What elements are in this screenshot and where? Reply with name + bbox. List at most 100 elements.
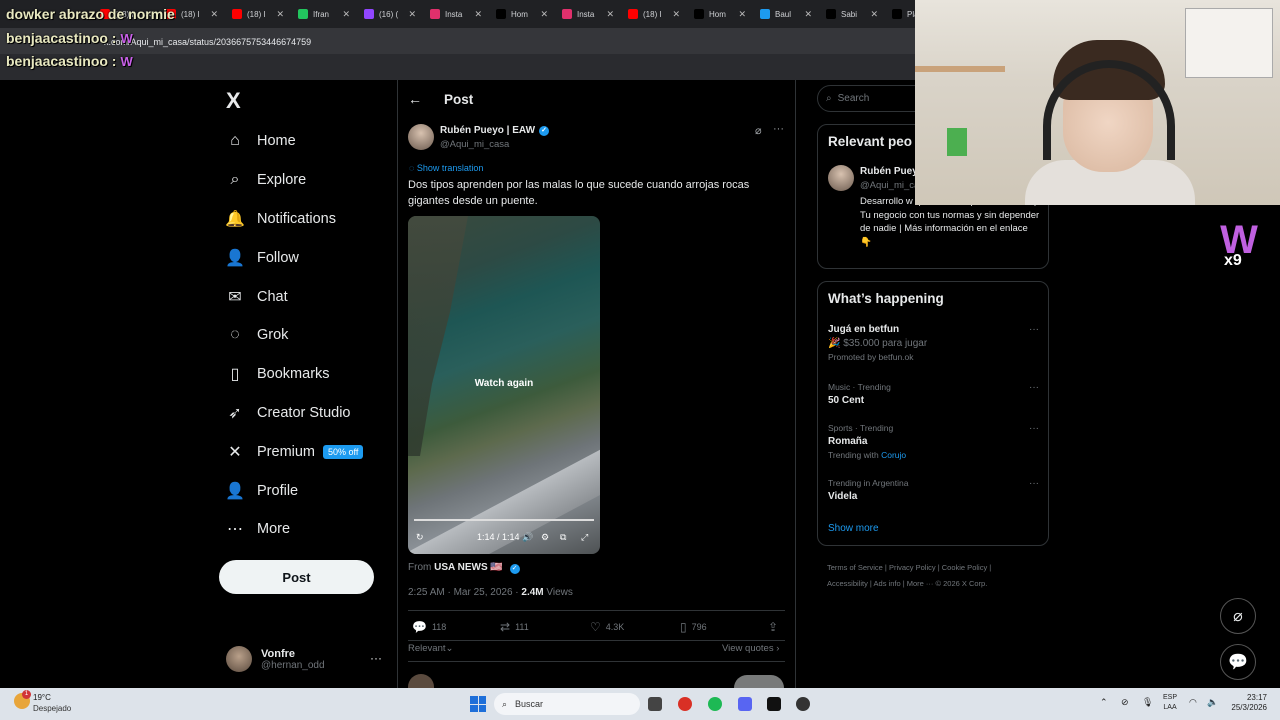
pip-icon[interactable]: ⧉: [560, 532, 566, 543]
add-person-icon: 👤: [225, 249, 245, 267]
share-button[interactable]: ⇪: [768, 620, 783, 634]
sidebar-item-follow[interactable]: 👤 Follow: [222, 238, 392, 277]
more-icon[interactable]: ···: [1029, 382, 1039, 393]
sidebar-item-profile[interactable]: 👤 Profile: [222, 471, 392, 510]
sidebar-item-notifications[interactable]: 🔔 Notifications: [222, 200, 392, 239]
author-name-text[interactable]: Rubén Pueyo | EAW: [440, 125, 535, 136]
spotify-icon[interactable]: [708, 697, 722, 711]
close-icon[interactable]: ✕: [738, 9, 746, 20]
discord-icon[interactable]: [738, 697, 752, 711]
sidebar-item-bookmarks[interactable]: ▯ Bookmarks: [222, 355, 392, 394]
more-icon[interactable]: ···: [773, 123, 784, 135]
browser-tab[interactable]: Hom ✕: [488, 3, 554, 25]
browser-tab[interactable]: Hom ✕: [686, 3, 752, 25]
author-avatar[interactable]: [408, 124, 434, 150]
volume-icon[interactable]: 🔈: [1207, 697, 1218, 708]
author-handle[interactable]: @Aqui_mi_casa: [440, 139, 509, 150]
browser-tab[interactable]: Insta ✕: [554, 3, 620, 25]
author-name[interactable]: Rubén Pueyo | EAW ✓: [440, 125, 550, 136]
tab-favicon-icon: [232, 9, 242, 19]
close-icon[interactable]: ✕: [606, 9, 614, 20]
grok-float-icon[interactable]: ⌀: [1220, 598, 1256, 634]
temperature[interactable]: 19°C: [33, 693, 51, 702]
show-translation-label[interactable]: Show translation: [417, 163, 484, 173]
account-switcher[interactable]: Vonfre @hernan_odd ···: [226, 643, 386, 675]
fullscreen-icon[interactable]: ⤢: [581, 532, 588, 543]
tab-label: (18) I: [181, 9, 200, 19]
network-icon[interactable]: ⊘: [1121, 697, 1129, 708]
mic-icon[interactable]: 🎙: [1142, 697, 1153, 708]
bookmark-button[interactable]: ▯ 796: [680, 620, 707, 634]
browser-tab[interactable]: Sabi ✕: [818, 3, 884, 25]
close-icon[interactable]: ✕: [276, 9, 284, 20]
show-more-link[interactable]: Show more: [828, 523, 879, 534]
messages-float-icon[interactable]: 💬: [1220, 644, 1256, 680]
sidebar-item-explore[interactable]: ⌕ Explore: [222, 161, 392, 200]
footer-line[interactable]: Accessibility | Ads info | More ··· © 20…: [827, 576, 1047, 592]
sidebar-item-home[interactable]: ⌂ Home: [222, 122, 392, 161]
browser-tab[interactable]: (16) (✕: [356, 3, 422, 25]
like-button[interactable]: ♡ 4.3K: [590, 620, 624, 634]
close-icon[interactable]: ✕: [804, 9, 812, 20]
more-icon[interactable]: ···: [370, 651, 382, 665]
chevron-up-icon[interactable]: ⌃: [1100, 697, 1108, 708]
close-icon[interactable]: ✕: [870, 9, 878, 20]
close-icon[interactable]: ✕: [474, 9, 482, 20]
close-icon[interactable]: ✕: [342, 9, 350, 20]
sidebar-item-premium[interactable]: ✕ Premium 50% off: [222, 432, 392, 471]
browser-tab[interactable]: (18) I ✕: [620, 3, 686, 25]
more-icon[interactable]: ···: [1029, 324, 1039, 335]
browser-tab[interactable]: Baul ✕: [752, 3, 818, 25]
file-explorer-icon[interactable]: [648, 697, 662, 711]
browser-tab[interactable]: (18) I ✕: [224, 3, 290, 25]
reply-submit-button[interactable]: [734, 675, 784, 688]
sidebar-item-grok[interactable]: ◌ Grok: [222, 316, 392, 355]
chrome-icon[interactable]: [678, 697, 692, 711]
trend-with-link[interactable]: Corujo: [881, 450, 906, 460]
x-logo-icon[interactable]: X: [226, 88, 241, 114]
more-icon[interactable]: ···: [1029, 478, 1039, 489]
timestamp[interactable]: 2:25 AM · Mar 25, 2026 ·: [408, 587, 521, 598]
trend-item[interactable]: Trending in Argentina Videla ···: [828, 478, 1043, 502]
replay-icon[interactable]: ↻: [416, 532, 424, 543]
view-quotes-link[interactable]: View quotes ›: [722, 643, 779, 654]
browser-tab[interactable]: Insta ✕: [422, 3, 488, 25]
wifi-icon[interactable]: ◠: [1189, 697, 1197, 708]
settings-icon[interactable]: ⚙: [541, 532, 549, 543]
show-translation-link[interactable]: ◌ Show translation: [409, 163, 483, 173]
url-text[interactable]: x.com/Aqui_mi_casa/status/20366757534466…: [104, 37, 311, 47]
grok-icon[interactable]: ⌀: [755, 124, 762, 137]
avatar[interactable]: [828, 165, 854, 191]
app-icon[interactable]: [796, 697, 810, 711]
close-icon[interactable]: ✕: [408, 9, 416, 20]
language-indicator[interactable]: ESP LAA: [1163, 693, 1177, 713]
trend-item[interactable]: Sports · Trending Romaña Trending with C…: [828, 423, 1043, 460]
video-progress-bar[interactable]: [414, 519, 594, 521]
footer-line[interactable]: Terms of Service | Privacy Policy | Cook…: [827, 560, 1047, 576]
sidebar-item-chat[interactable]: ✉ Chat: [222, 277, 392, 316]
taskbar-search[interactable]: ⌕ Buscar: [494, 693, 640, 715]
trend-item[interactable]: Music · Trending 50 Cent ···: [828, 382, 1043, 406]
close-icon[interactable]: ✕: [672, 9, 680, 20]
trend-item[interactable]: Jugá en betfun 🎉 $35.000 para jugar Prom…: [828, 324, 1043, 362]
close-icon[interactable]: ✕: [210, 9, 218, 20]
from-source[interactable]: USA NEWS 🇺🇸: [434, 562, 503, 573]
repost-button[interactable]: ⇄ 111: [500, 620, 529, 634]
windows-start-icon[interactable]: [470, 696, 486, 712]
browser-tab[interactable]: Ifran ✕: [290, 3, 356, 25]
video-player[interactable]: Watch again ↻ 1:14 / 1:14 🔊 ⚙ ⧉ ⤢: [408, 216, 600, 554]
weather-condition[interactable]: Despejado: [33, 704, 71, 713]
tiktok-icon[interactable]: [767, 697, 781, 711]
back-arrow-icon[interactable]: ←: [408, 91, 422, 107]
reply-button[interactable]: 💬 118: [412, 620, 446, 634]
sidebar-item-creator-studio[interactable]: ➶ Creator Studio: [222, 394, 392, 433]
sidebar-item-more[interactable]: ⋯ More: [222, 510, 392, 549]
person-handle[interactable]: @Aqui_mi_ca: [860, 180, 919, 191]
sort-replies-dropdown[interactable]: Relevant⌄: [408, 643, 453, 654]
close-icon[interactable]: ✕: [540, 9, 548, 20]
post-button[interactable]: Post: [219, 560, 374, 594]
watch-again-button[interactable]: Watch again: [408, 378, 600, 389]
volume-icon[interactable]: 🔊: [522, 532, 533, 543]
clock[interactable]: 23:17 25/3/2026: [1225, 693, 1267, 713]
more-icon[interactable]: ···: [1029, 423, 1039, 434]
